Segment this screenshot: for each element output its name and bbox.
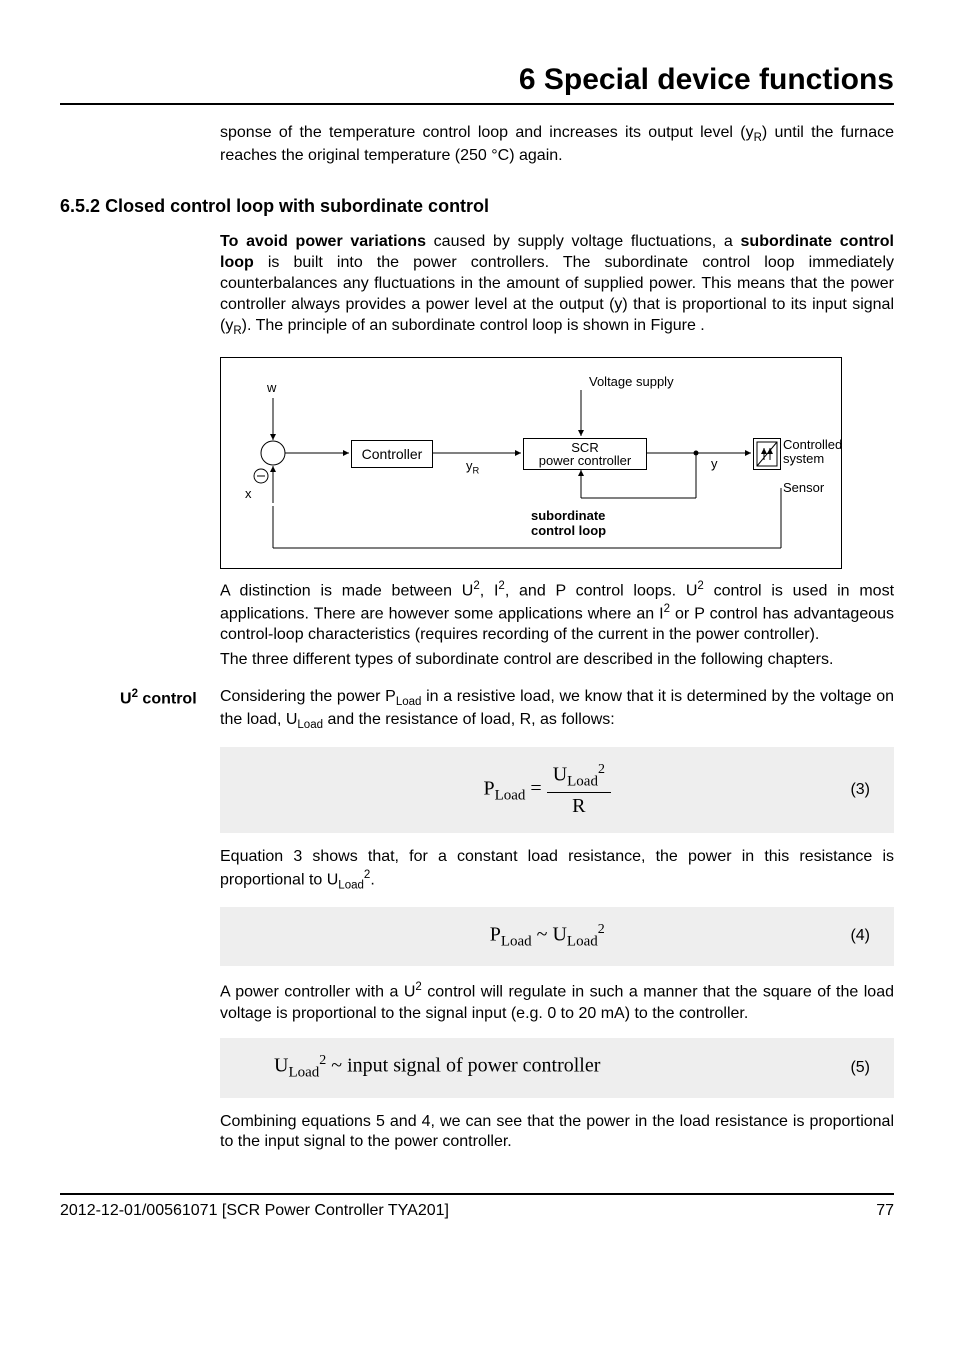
text: ~ input signal of power controller (326, 1055, 600, 1077)
superscript: 2 (598, 922, 605, 937)
subscript: Load (567, 774, 598, 790)
scr-box: SCR power controller (523, 438, 647, 470)
equation-5: ULoad2 ~ input signal of power controlle… (220, 1038, 894, 1097)
subscript: Load (288, 1065, 319, 1081)
equation-body: PLoad = ULoad2 R (244, 761, 850, 819)
text: sponse of the temperature control loop a… (220, 124, 754, 141)
equation-number: (5) (850, 1058, 870, 1079)
equation-body: PLoad ~ ULoad2 (244, 921, 850, 952)
text: = (525, 778, 546, 800)
side-label-u2-control: U2 control (120, 687, 197, 710)
block-diagram: w x Controller yR SCR power controller V… (220, 357, 842, 569)
label-sensor: Sensor (783, 480, 824, 497)
text: A power controller with a U (220, 984, 415, 1001)
text: R (547, 793, 611, 819)
text: U (120, 690, 132, 707)
label-voltage-supply: Voltage supply (589, 374, 674, 391)
text: caused by supply voltage fluctuations, a (426, 233, 741, 250)
superscript: 2 (598, 762, 605, 777)
text: control loop (531, 523, 606, 539)
label-subordinate-loop: subordinate control loop (531, 508, 606, 539)
equation-4: PLoad ~ ULoad2 (4) (220, 907, 894, 966)
section-heading: 6.5.2 Closed control loop with subordina… (60, 195, 894, 218)
label-x: x (245, 486, 252, 503)
subscript: R (754, 132, 762, 144)
text: control (138, 690, 197, 707)
label-y: y (711, 456, 718, 473)
subscript: R (473, 465, 480, 475)
paragraph: A distinction is made between U2, I2, an… (220, 579, 894, 646)
text: ). The principle of an subordinate contr… (242, 317, 705, 334)
equation-number: (4) (850, 926, 870, 947)
text: P (490, 924, 501, 946)
intro-continuation: sponse of the temperature control loop a… (220, 123, 894, 167)
subscript: R (233, 325, 241, 337)
subscript: Load (501, 934, 532, 950)
text: U (552, 924, 566, 946)
subscript: Load (297, 719, 323, 731)
text: power controller (539, 454, 632, 467)
text: ~ (532, 924, 553, 946)
section-title: Closed control loop with subordinate con… (105, 196, 489, 216)
paragraph: Considering the power PLoad in a resisti… (220, 687, 894, 733)
text: , and P control loops. U (505, 582, 698, 599)
text: Controlled (783, 438, 842, 452)
text: P (483, 778, 494, 800)
text: SCR (571, 441, 598, 454)
subscript: Load (396, 696, 422, 708)
text: U (274, 1055, 288, 1077)
chapter-title: 6 Special device functions (60, 60, 894, 105)
paragraph: To avoid power variations caused by supp… (220, 232, 894, 338)
controller-box: Controller (351, 440, 433, 468)
equation-number: (3) (850, 780, 870, 801)
text: Considering the power P (220, 688, 396, 705)
subscript: Load (338, 879, 364, 891)
heater-icon (753, 438, 781, 470)
text: A distinction is made between U (220, 582, 473, 599)
label-controlled-system: Controlled system (783, 438, 842, 467)
text: and the resistance of load, R, as follow… (323, 711, 615, 728)
text: system (783, 452, 842, 466)
page-footer: 2012-12-01/00561071 [SCR Power Controlle… (60, 1193, 894, 1222)
footer-left: 2012-12-01/00561071 [SCR Power Controlle… (60, 1201, 449, 1222)
paragraph: Combining equations 5 and 4, we can see … (220, 1112, 894, 1154)
text: subordinate (531, 508, 606, 524)
subscript: Load (495, 788, 526, 804)
paragraph: The three different types of subordinate… (220, 650, 894, 671)
subscript: Load (567, 934, 598, 950)
paragraph: Equation 3 shows that, for a constant lo… (220, 847, 894, 893)
text: . (370, 871, 374, 888)
text: U (553, 764, 567, 786)
equation-3: PLoad = ULoad2 R (3) (220, 747, 894, 833)
bold-text: To avoid power variations (220, 233, 426, 250)
equation-body: ULoad2 ~ input signal of power controlle… (244, 1052, 850, 1083)
page-number: 77 (876, 1201, 894, 1222)
label-w: w (267, 380, 276, 397)
label-yr: yR (466, 458, 479, 477)
paragraph: A power controller with a U2 control wil… (220, 980, 894, 1024)
text: , I (480, 582, 499, 599)
section-number: 6.5.2 (60, 196, 100, 216)
text: Equation 3 shows that, for a constant lo… (220, 848, 894, 888)
